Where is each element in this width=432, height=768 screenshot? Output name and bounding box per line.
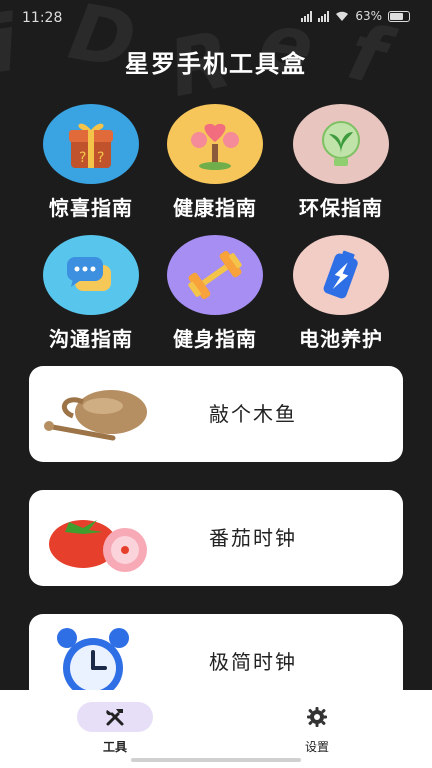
heart-tree-icon <box>167 104 263 184</box>
tools-icon <box>77 702 153 732</box>
wifi-icon <box>336 11 349 21</box>
tool-label: 番茄时钟 <box>209 526 297 550</box>
battery-icon <box>388 10 410 22</box>
tool-card-tomato-clock[interactable]: 番茄时钟 <box>29 490 403 586</box>
tomato-icon <box>43 500 153 576</box>
guide-label: 环保指南 <box>299 196 383 220</box>
svg-text:?: ? <box>79 150 86 166</box>
guide-surprise[interactable]: ? ? 惊喜指南 <box>36 104 146 221</box>
wooden-fish-icon <box>43 376 153 452</box>
dumbbell-icon <box>167 235 263 315</box>
battery-percent: 63% <box>355 9 382 23</box>
guide-label: 沟通指南 <box>49 327 133 351</box>
home-indicator <box>131 758 301 762</box>
settings-gear-icon <box>279 702 355 732</box>
guide-communication[interactable]: 沟通指南 <box>36 235 146 352</box>
guide-label: 健康指南 <box>173 196 257 220</box>
svg-text:?: ? <box>97 150 104 166</box>
tab-settings[interactable]: 设置 <box>272 702 362 755</box>
green-bulb-icon <box>293 104 389 184</box>
tool-card-wooden-fish[interactable]: 敲个木鱼 <box>29 366 403 462</box>
bottom-tab-bar: 工具 设置 <box>0 690 432 768</box>
guide-fitness[interactable]: 健身指南 <box>160 235 270 352</box>
guide-label: 健身指南 <box>173 327 257 351</box>
guide-health[interactable]: 健康指南 <box>160 104 270 221</box>
alarm-clock-icon <box>43 624 153 700</box>
gift-box-icon: ? ? <box>43 104 139 184</box>
chat-bubble-icon <box>43 235 139 315</box>
signal-icon <box>301 10 313 22</box>
guide-label: 惊喜指南 <box>49 196 133 220</box>
tool-label: 敲个木鱼 <box>209 402 297 426</box>
battery-icon <box>293 235 389 315</box>
guide-battery-care[interactable]: 电池养护 <box>286 235 396 352</box>
status-time: 11:28 <box>22 10 63 26</box>
tab-label: 设置 <box>304 740 329 754</box>
signal-icon-2 <box>318 10 330 22</box>
tab-tools[interactable]: 工具 <box>70 702 160 755</box>
status-bar: 11:28 63% <box>0 0 432 36</box>
tab-label: 工具 <box>102 740 127 754</box>
guide-label: 电池养护 <box>299 327 383 351</box>
app-title: 星罗手机工具盒 <box>125 50 307 78</box>
guide-environment[interactable]: 环保指南 <box>286 104 396 221</box>
